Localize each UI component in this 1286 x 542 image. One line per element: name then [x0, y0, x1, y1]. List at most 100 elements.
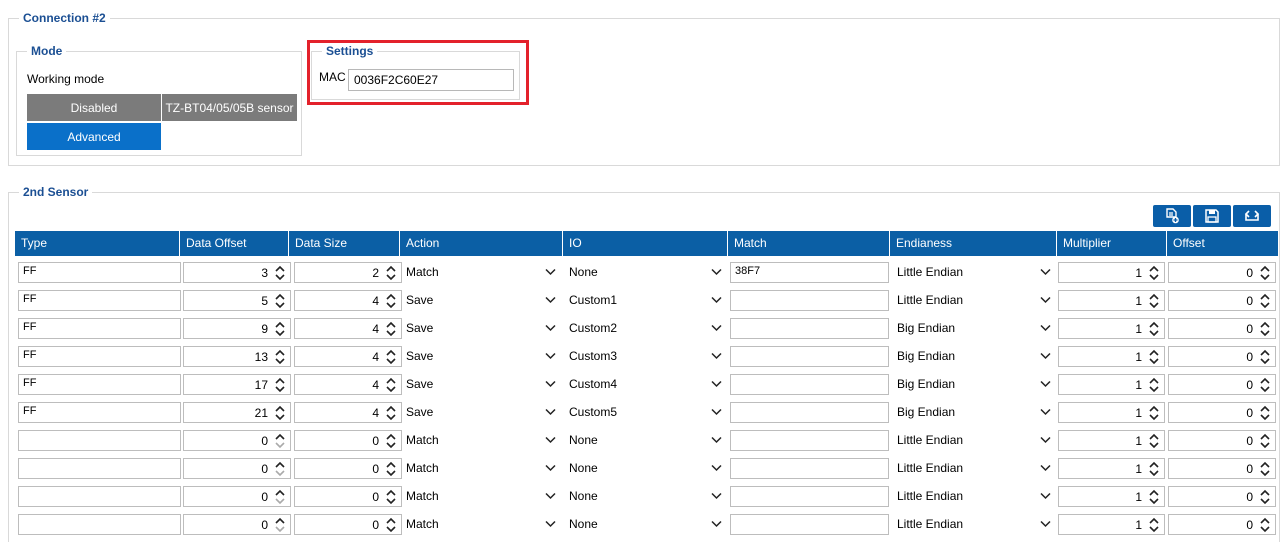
offset-stepper[interactable]: 0	[1168, 374, 1276, 395]
data-size-stepper[interactable]: 4	[294, 290, 402, 311]
endianess-select[interactable]: Little Endian	[895, 458, 1055, 479]
endianess-select[interactable]: Little Endian	[895, 486, 1055, 507]
multiplier-stepper[interactable]: 1	[1058, 318, 1165, 339]
data-offset-stepper[interactable]: 9	[183, 318, 291, 339]
type-input[interactable]	[18, 514, 181, 535]
data-offset-stepper[interactable]: 0	[183, 430, 291, 451]
type-input[interactable]: FF	[18, 262, 181, 283]
match-input[interactable]	[730, 486, 889, 507]
data-offset-stepper[interactable]: 3	[183, 262, 291, 283]
multiplier-stepper[interactable]: 1	[1058, 262, 1165, 283]
data-size-stepper[interactable]: 2	[294, 262, 402, 283]
match-input[interactable]	[730, 458, 889, 479]
type-input[interactable]	[18, 458, 181, 479]
offset-value: 0	[1246, 518, 1253, 532]
action-select[interactable]: Match	[404, 486, 560, 507]
io-select[interactable]: None	[567, 486, 726, 507]
type-input[interactable]: FF	[18, 290, 181, 311]
match-input[interactable]	[730, 430, 889, 451]
match-input[interactable]	[730, 346, 889, 367]
type-input[interactable]: FF	[18, 318, 181, 339]
type-input[interactable]	[18, 486, 181, 507]
type-input[interactable]: FF	[18, 374, 181, 395]
endianess-select[interactable]: Big Endian	[895, 346, 1055, 367]
save-button[interactable]	[1193, 205, 1231, 227]
offset-stepper[interactable]: 0	[1168, 290, 1276, 311]
io-select[interactable]: None	[567, 430, 726, 451]
io-select[interactable]: None	[567, 262, 726, 283]
mode-advanced-button[interactable]: Advanced	[26, 122, 162, 151]
data-offset-stepper[interactable]: 0	[183, 514, 291, 535]
match-input[interactable]	[730, 374, 889, 395]
action-select[interactable]: Save	[404, 318, 560, 339]
multiplier-stepper[interactable]: 1	[1058, 346, 1165, 367]
io-select[interactable]: Custom2	[567, 318, 726, 339]
endianess-select[interactable]: Big Endian	[895, 374, 1055, 395]
data-offset-stepper[interactable]: 17	[183, 374, 291, 395]
action-select[interactable]: Save	[404, 346, 560, 367]
endianess-select[interactable]: Little Endian	[895, 262, 1055, 283]
io-select[interactable]: Custom5	[567, 402, 726, 423]
match-input[interactable]	[730, 290, 889, 311]
io-select[interactable]: Custom1	[567, 290, 726, 311]
action-select[interactable]: Match	[404, 430, 560, 451]
offset-stepper[interactable]: 0	[1168, 458, 1276, 479]
type-input[interactable]: FF	[18, 402, 181, 423]
multiplier-stepper[interactable]: 1	[1058, 290, 1165, 311]
mode-disabled-button[interactable]: Disabled	[26, 93, 162, 122]
data-size-stepper[interactable]: 4	[294, 402, 402, 423]
data-offset-stepper[interactable]: 5	[183, 290, 291, 311]
offset-stepper[interactable]: 0	[1168, 514, 1276, 535]
type-input[interactable]: FF	[18, 346, 181, 367]
offset-stepper[interactable]: 0	[1168, 346, 1276, 367]
endianess-select[interactable]: Little Endian	[895, 514, 1055, 535]
offset-stepper[interactable]: 0	[1168, 262, 1276, 283]
action-select[interactable]: Save	[404, 402, 560, 423]
offset-stepper[interactable]: 0	[1168, 486, 1276, 507]
data-size-stepper[interactable]: 0	[294, 458, 402, 479]
action-select[interactable]: Match	[404, 458, 560, 479]
data-offset-stepper[interactable]: 0	[183, 458, 291, 479]
match-input[interactable]	[730, 514, 889, 535]
match-input[interactable]: 38F7	[730, 262, 889, 283]
data-size-stepper[interactable]: 0	[294, 514, 402, 535]
action-select[interactable]: Save	[404, 290, 560, 311]
data-offset-stepper[interactable]: 21	[183, 402, 291, 423]
offset-stepper[interactable]: 0	[1168, 318, 1276, 339]
endianess-select[interactable]: Little Endian	[895, 290, 1055, 311]
add-row-button[interactable]	[1153, 205, 1191, 227]
multiplier-stepper[interactable]: 1	[1058, 514, 1165, 535]
action-select[interactable]: Match	[404, 514, 560, 535]
data-size-stepper[interactable]: 4	[294, 318, 402, 339]
data-size-stepper[interactable]: 4	[294, 374, 402, 395]
endianess-select[interactable]: Little Endian	[895, 430, 1055, 451]
multiplier-stepper[interactable]: 1	[1058, 402, 1165, 423]
multiplier-stepper[interactable]: 1	[1058, 458, 1165, 479]
io-select[interactable]: None	[567, 458, 726, 479]
refresh-button[interactable]	[1233, 205, 1271, 227]
endianess-select[interactable]: Big Endian	[895, 402, 1055, 423]
io-select[interactable]: Custom3	[567, 346, 726, 367]
match-input[interactable]	[730, 318, 889, 339]
data-offset-stepper[interactable]: 13	[183, 346, 291, 367]
match-input[interactable]	[730, 402, 889, 423]
io-select[interactable]: None	[567, 514, 726, 535]
data-offset-stepper[interactable]: 0	[183, 486, 291, 507]
multiplier-stepper[interactable]: 1	[1058, 374, 1165, 395]
data-size-stepper[interactable]: 4	[294, 346, 402, 367]
data-size-stepper[interactable]: 0	[294, 486, 402, 507]
io-select[interactable]: Custom4	[567, 374, 726, 395]
data-offset-value: 0	[261, 434, 268, 448]
endianess-select[interactable]: Big Endian	[895, 318, 1055, 339]
type-input[interactable]	[18, 430, 181, 451]
multiplier-stepper[interactable]: 1	[1058, 486, 1165, 507]
offset-stepper[interactable]: 0	[1168, 430, 1276, 451]
action-select[interactable]: Save	[404, 374, 560, 395]
mac-input[interactable]	[348, 69, 514, 91]
table-row: FF 3 2 Match None 38F7 Little Endian 1 0	[15, 259, 1278, 287]
offset-stepper[interactable]: 0	[1168, 402, 1276, 423]
data-size-stepper[interactable]: 0	[294, 430, 402, 451]
action-select[interactable]: Match	[404, 262, 560, 283]
multiplier-stepper[interactable]: 1	[1058, 430, 1165, 451]
mode-sensor-button[interactable]: TZ-BT04/05/05B sensor	[161, 93, 298, 122]
